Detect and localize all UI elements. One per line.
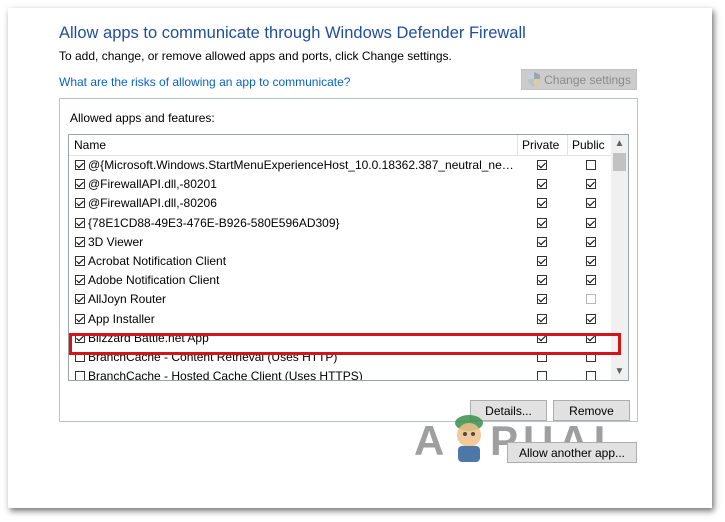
enable-checkbox[interactable] xyxy=(75,313,85,324)
list-item[interactable]: BranchCache - Hosted Cache Client (Uses … xyxy=(69,367,612,381)
list-item[interactable]: @FirewallAPI.dll,-80201 xyxy=(69,175,612,194)
private-checkbox[interactable] xyxy=(537,313,547,324)
enable-checkbox[interactable] xyxy=(75,275,85,286)
page-title: Allow apps to communicate through Window… xyxy=(59,24,526,42)
app-name: App Installer xyxy=(88,311,155,326)
public-checkbox[interactable] xyxy=(586,294,596,305)
list-item[interactable]: @{Microsoft.Windows.StartMenuExperienceH… xyxy=(69,156,612,175)
public-checkbox[interactable] xyxy=(586,198,596,209)
watermark-text: A xyxy=(414,417,449,463)
app-name: {78E1CD88-49E3-476E-B926-580E596AD309} xyxy=(88,215,340,230)
highlight-box xyxy=(69,333,621,355)
allow-another-app-button[interactable]: Allow another app... xyxy=(507,442,637,463)
enable-checkbox[interactable] xyxy=(75,256,85,266)
group-label: Allowed apps and features: xyxy=(70,111,215,125)
private-checkbox[interactable] xyxy=(537,160,547,170)
enable-checkbox[interactable] xyxy=(75,160,85,170)
private-checkbox[interactable] xyxy=(537,275,547,286)
scroll-up-icon[interactable]: ▲ xyxy=(611,135,628,152)
column-divider xyxy=(517,135,518,155)
enable-checkbox[interactable] xyxy=(75,236,85,247)
public-checkbox[interactable] xyxy=(586,275,596,286)
column-header-name[interactable]: Name xyxy=(74,138,106,152)
risks-link[interactable]: What are the risks of allowing an app to… xyxy=(59,75,350,89)
public-checkbox[interactable] xyxy=(586,236,596,247)
list-header: Name Private Public xyxy=(69,135,612,156)
private-checkbox[interactable] xyxy=(537,256,547,266)
private-checkbox[interactable] xyxy=(537,294,547,305)
app-name: @FirewallAPI.dll,-80201 xyxy=(88,177,217,192)
app-name: BranchCache - Hosted Cache Client (Uses … xyxy=(88,369,363,381)
mascot-icon xyxy=(455,415,483,462)
column-header-private[interactable]: Private xyxy=(522,138,559,152)
app-name: AllJoyn Router xyxy=(88,292,167,307)
app-name: @FirewallAPI.dll,-80206 xyxy=(88,196,217,211)
change-settings-button[interactable]: Change settings xyxy=(521,69,637,90)
list-item[interactable]: {78E1CD88-49E3-476E-B926-580E596AD309} xyxy=(69,214,612,233)
list-item[interactable]: @FirewallAPI.dll,-80206 xyxy=(69,194,612,213)
app-name: @{Microsoft.Windows.StartMenuExperienceH… xyxy=(88,158,518,172)
list-item[interactable]: Adobe Notification Client xyxy=(69,271,612,290)
app-name: Acrobat Notification Client xyxy=(88,254,227,268)
enable-checkbox[interactable] xyxy=(75,371,85,380)
list-item[interactable]: App Installer xyxy=(69,310,612,329)
public-checkbox[interactable] xyxy=(586,256,596,266)
public-checkbox[interactable] xyxy=(586,160,596,170)
private-checkbox[interactable] xyxy=(537,217,547,228)
enable-checkbox[interactable] xyxy=(75,198,85,209)
page-subtitle: To add, change, or remove allowed apps a… xyxy=(59,49,452,63)
list-item[interactable]: Acrobat Notification Client xyxy=(69,252,612,271)
scroll-thumb[interactable] xyxy=(613,153,626,171)
app-name: 3D Viewer xyxy=(88,234,144,249)
app-name: Adobe Notification Client xyxy=(88,273,220,288)
private-checkbox[interactable] xyxy=(537,371,547,380)
public-checkbox[interactable] xyxy=(586,217,596,228)
public-checkbox[interactable] xyxy=(586,371,596,380)
allowed-apps-group: Allowed apps and features: Name Private … xyxy=(59,98,638,422)
enable-checkbox[interactable] xyxy=(75,179,85,190)
change-settings-label: Change settings xyxy=(544,72,631,87)
column-header-public[interactable]: Public xyxy=(572,138,605,152)
public-checkbox[interactable] xyxy=(586,313,596,324)
scroll-down-icon[interactable]: ▼ xyxy=(611,363,628,380)
private-checkbox[interactable] xyxy=(537,198,547,209)
enable-checkbox[interactable] xyxy=(75,294,85,305)
private-checkbox[interactable] xyxy=(537,236,547,247)
shield-icon xyxy=(528,72,541,87)
list-item[interactable]: 3D Viewer xyxy=(69,233,612,252)
public-checkbox[interactable] xyxy=(586,179,596,190)
private-checkbox[interactable] xyxy=(537,179,547,190)
enable-checkbox[interactable] xyxy=(75,217,85,228)
column-divider xyxy=(567,135,568,155)
list-item[interactable]: AllJoyn Router xyxy=(69,290,612,309)
